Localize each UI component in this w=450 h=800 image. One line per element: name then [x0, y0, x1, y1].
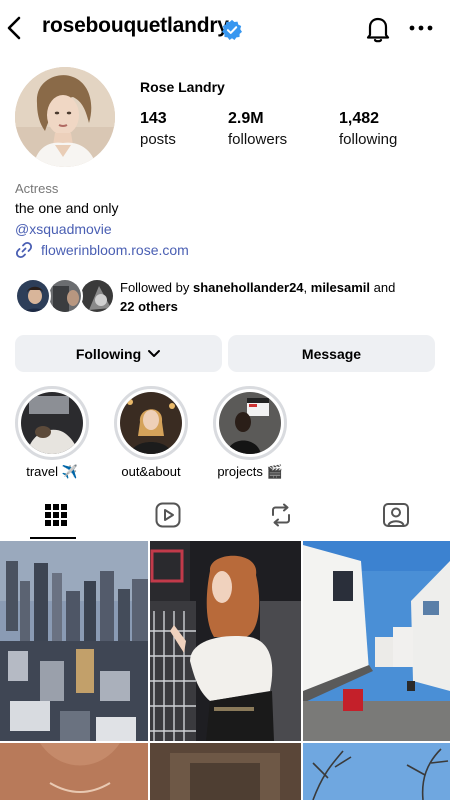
tab-tagged[interactable]	[340, 492, 450, 538]
followers-count: 2.9M	[228, 110, 264, 127]
mutual-avatar-2	[47, 278, 83, 314]
message-button-label: Message	[301, 345, 362, 362]
mutual-user-1[interactable]: shanehollander24	[193, 280, 304, 295]
chevron-down-icon	[148, 349, 161, 357]
profile-avatar[interactable]	[15, 67, 115, 167]
tab-reposts[interactable]	[225, 492, 337, 538]
top-bar: rosebouquetlandry	[0, 0, 450, 58]
highlight-projects[interactable]: projects 🎬	[213, 386, 287, 480]
highlight-cover	[219, 392, 281, 454]
highlight-cover	[21, 392, 83, 454]
verified-badge-icon	[222, 19, 242, 40]
link-icon	[15, 241, 33, 259]
reposts-icon	[272, 503, 290, 527]
tab-posts-grid[interactable]	[0, 492, 112, 538]
following-stat[interactable]: 1,482 following	[339, 110, 397, 148]
highlight-label: projects 🎬	[217, 464, 283, 479]
highlight-label: travel ✈️	[26, 464, 78, 479]
highlight-cover	[120, 392, 182, 454]
post-thumbnail[interactable]	[150, 743, 301, 800]
post-thumbnail[interactable]	[303, 743, 450, 800]
website-url: flowerinbloom.rose.com	[41, 242, 189, 258]
posts-stat[interactable]: 143 posts	[140, 110, 176, 148]
following-button-label: Following	[75, 345, 142, 362]
grid-icon	[45, 504, 67, 526]
mutual-user-2[interactable]: milesamil	[311, 280, 370, 295]
display-name: Rose Landry	[140, 79, 225, 95]
bio-mention-link[interactable]: @xsquadmovie	[15, 221, 112, 237]
profile-category: Actress	[15, 181, 59, 196]
mutual-others-count[interactable]: 22 others	[120, 299, 178, 314]
following-count: 1,482	[339, 110, 380, 127]
profile-bio: the one and only	[15, 200, 119, 216]
followers-stat[interactable]: 2.9M followers	[228, 110, 287, 148]
followed-by-row[interactable]: Followed by shanehollander24, milesamil …	[15, 276, 435, 318]
posts-count: 143	[140, 110, 167, 127]
highlight-travel[interactable]: travel ✈️	[15, 386, 89, 480]
posts-label: posts	[140, 131, 176, 148]
mutual-avatar-3	[79, 278, 115, 314]
post-thumbnail[interactable]	[303, 541, 450, 741]
posts-grid	[0, 541, 450, 800]
post-thumbnail[interactable]	[0, 743, 148, 800]
following-label: following	[339, 131, 398, 148]
profile-username[interactable]: rosebouquetlandry	[42, 14, 229, 38]
message-button[interactable]: Message	[228, 335, 435, 372]
tab-reels[interactable]	[112, 492, 224, 538]
followed-by-text: Followed by shanehollander24, milesamil …	[120, 280, 396, 314]
highlight-out-and-about[interactable]: out&about	[114, 386, 188, 479]
mutual-avatar-1	[15, 278, 51, 314]
profile-website-link[interactable]: flowerinbloom.rose.com	[15, 240, 189, 260]
followers-label: followers	[228, 131, 288, 148]
more-horizontal-icon[interactable]	[407, 18, 435, 38]
post-thumbnail[interactable]	[150, 541, 301, 741]
tagged-icon	[383, 503, 409, 527]
active-tab-indicator	[30, 537, 76, 539]
post-thumbnail[interactable]	[0, 541, 148, 741]
highlight-label: out&about	[121, 464, 181, 479]
following-button[interactable]: Following	[15, 335, 222, 372]
reels-icon	[155, 502, 181, 528]
chevron-left-icon[interactable]	[4, 13, 24, 43]
bell-icon[interactable]	[364, 14, 392, 44]
profile-tabs	[0, 492, 450, 540]
